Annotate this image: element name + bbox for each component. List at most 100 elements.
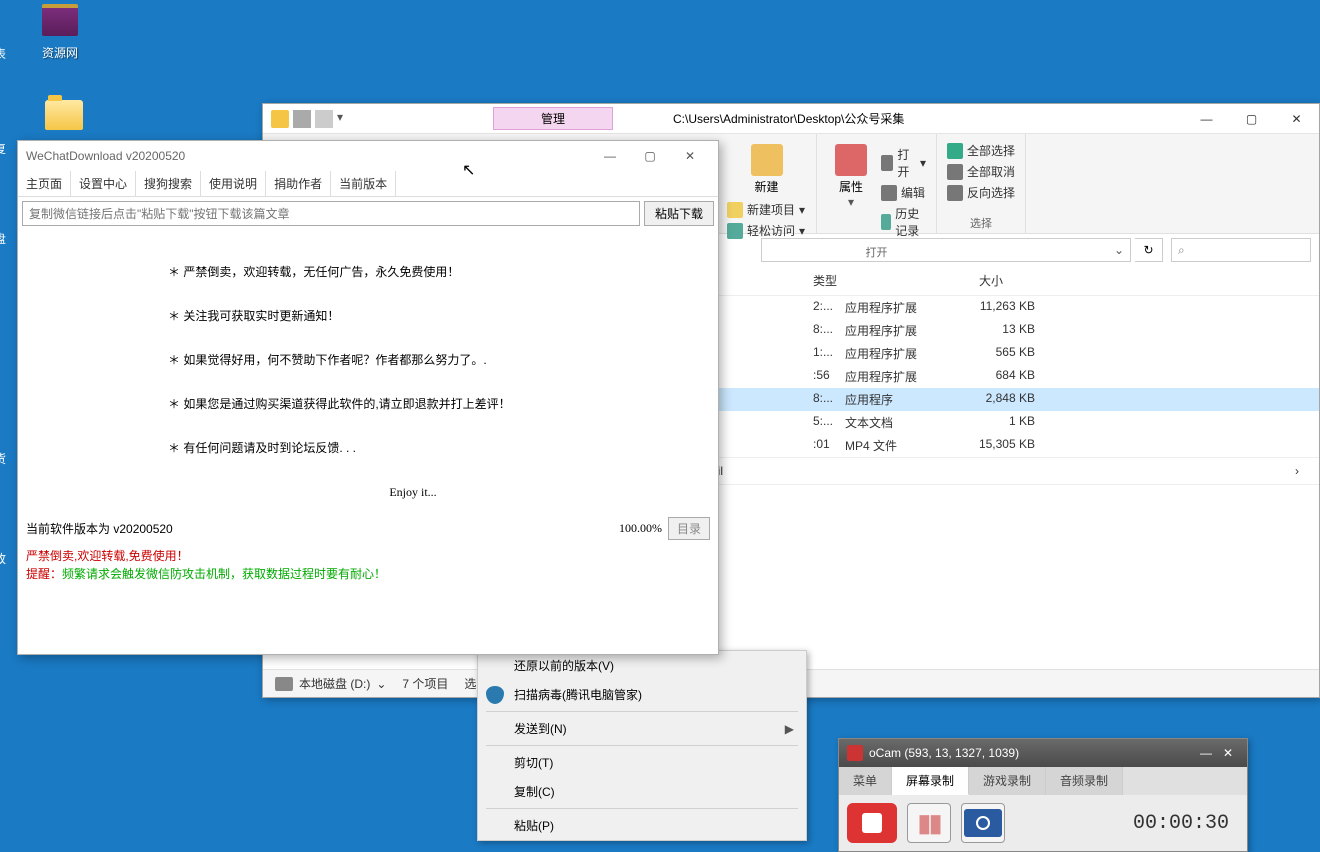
separator <box>486 808 798 809</box>
close-button[interactable]: ✕ <box>1274 105 1319 133</box>
wechatdownload-window: WeChatDownload v20200520 — ▢ ✕ 主页面设置中心搜狗… <box>17 140 719 655</box>
info-line: ＊ 关注我可获取实时更新通知！ <box>168 304 698 328</box>
ocam-tab[interactable]: 屏幕录制 <box>892 767 969 795</box>
ocam-tabs: 菜单屏幕录制游戏录制音频录制 <box>839 767 1247 795</box>
maximize-button[interactable]: ▢ <box>1229 105 1274 133</box>
paste-download-button[interactable]: 粘贴下载 <box>644 201 714 226</box>
properties-button[interactable]: 属性 ▾ <box>827 140 875 241</box>
history-icon <box>881 214 891 230</box>
context-menu: 还原以前的版本(V)扫描病毒(腾讯电脑管家) 发送到(N)▶ 剪切(T)复制(C) 粘… <box>477 650 807 841</box>
folder-icon <box>271 110 289 128</box>
drive-icon <box>275 677 293 691</box>
context-menu-item[interactable]: 粘贴(P) <box>478 811 806 840</box>
shield-icon <box>486 686 504 704</box>
ocam-titlebar: oCam (593, 13, 1327, 1039) — ✕ <box>839 739 1247 767</box>
ocam-tab[interactable]: 菜单 <box>839 767 892 795</box>
pause-button[interactable]: ▮▮ <box>907 803 951 843</box>
url-input[interactable] <box>22 201 640 226</box>
refresh-button[interactable]: ↻ <box>1135 238 1163 262</box>
desktop-edge-label: 盘 <box>0 230 12 247</box>
explorer-titlebar: ▾ 管理 C:\Users\Administrator\Desktop\公众号采… <box>263 104 1319 134</box>
wcd-tab[interactable]: 搜狗搜索 <box>136 171 201 196</box>
recording-time: 00:00:30 <box>1133 812 1239 835</box>
wcd-content: ＊ 严禁倒卖，欢迎转载，无任何广告，永久免费使用！ ＊ 关注我可获取实时更新通知！… <box>18 230 718 514</box>
minimize-button[interactable]: — <box>1195 744 1217 762</box>
minimize-button[interactable]: — <box>1184 105 1229 133</box>
desktop-edge-label: 货 <box>0 450 12 467</box>
select-none-icon <box>947 164 963 180</box>
chevron-down-icon: ⌄ <box>376 677 386 691</box>
select-all[interactable]: 全部选择 <box>947 140 1015 161</box>
quick-access-toolbar: ▾ <box>263 110 363 128</box>
new-folder-icon <box>751 144 783 176</box>
ribbon-open[interactable]: 打开 ▾ <box>881 144 926 182</box>
maximize-button[interactable]: ▢ <box>630 143 670 169</box>
desktop-icon-winrar[interactable]: 资源网 <box>30 0 90 61</box>
ribbon-edit[interactable]: 编辑 <box>881 182 926 203</box>
version-label: 当前软件版本为 v20200520 <box>26 520 173 537</box>
chevron-right-icon: ▶ <box>785 722 794 736</box>
ribbon-context-tab[interactable]: 管理 <box>493 107 613 130</box>
ribbon-history[interactable]: 历史记录 <box>881 203 926 241</box>
ribbon-new-item[interactable]: 新建项目 ▾ <box>727 199 806 220</box>
context-menu-item[interactable]: 扫描病毒(腾讯电脑管家) <box>478 680 806 709</box>
qat-icon[interactable] <box>315 110 333 128</box>
wcd-tab[interactable]: 捐助作者 <box>266 171 331 196</box>
info-line: ＊ 有任何问题请及时到论坛反馈. . . <box>168 436 698 460</box>
access-icon <box>727 223 743 239</box>
qat-icon[interactable] <box>293 110 311 128</box>
chevron-down-icon: ⌄ <box>1114 243 1124 257</box>
edit-icon <box>881 185 897 201</box>
desktop-edge-label: 改 <box>0 550 12 567</box>
ocam-tab[interactable]: 游戏录制 <box>969 767 1046 795</box>
ocam-window: oCam (593, 13, 1327, 1039) — ✕ 菜单屏幕录制游戏录… <box>838 738 1248 852</box>
ocam-tab[interactable]: 音频录制 <box>1046 767 1123 795</box>
chevron-right-icon[interactable]: › <box>1295 464 1299 478</box>
wcd-tab[interactable]: 设置中心 <box>71 171 136 196</box>
address-dropdown[interactable]: ⌄ <box>761 238 1131 262</box>
desktop-edge-label: 表 <box>0 45 12 62</box>
pause-icon: ▮▮ <box>918 809 940 838</box>
window-title-path: C:\Users\Administrator\Desktop\公众号采集 <box>613 110 1184 127</box>
capture-button[interactable] <box>961 803 1005 843</box>
wcd-tab[interactable]: 使用说明 <box>201 171 266 196</box>
separator <box>486 745 798 746</box>
ribbon-group-open: 属性 ▾ 打开 ▾ 编辑 历史记录 打开 <box>817 134 937 233</box>
select-none[interactable]: 全部取消 <box>947 161 1015 182</box>
progress-percent: 100.00% <box>619 521 662 536</box>
info-line: ＊ 严禁倒卖，欢迎转载，无任何广告，永久免费使用！ <box>168 260 698 284</box>
invert-icon <box>947 185 963 201</box>
info-line: ＊ 如果觉得好用，何不赞助下作者呢？作者都那么努力了。. <box>168 348 698 372</box>
close-button[interactable]: ✕ <box>670 143 710 169</box>
context-menu-item[interactable]: 发送到(N)▶ <box>478 714 806 743</box>
desktop-edge-label: 复 <box>0 140 12 157</box>
close-button[interactable]: ✕ <box>1217 744 1239 762</box>
status-drive[interactable]: 本地磁盘 (D:)⌄ <box>275 675 386 692</box>
ocam-icon <box>847 745 863 761</box>
wcd-tab[interactable]: 当前版本 <box>331 171 396 196</box>
context-menu-item[interactable]: 剪切(T) <box>478 748 806 777</box>
qat-dropdown-icon[interactable]: ▾ <box>337 110 347 128</box>
folder-icon <box>45 100 83 130</box>
camera-icon <box>964 809 1002 837</box>
directory-button[interactable]: 目录 <box>668 517 710 540</box>
select-all-icon <box>947 143 963 159</box>
stop-record-button[interactable] <box>847 803 897 843</box>
winrar-icon <box>42 4 78 36</box>
wcd-tabs: 主页面设置中心搜狗搜索使用说明捐助作者当前版本 <box>18 171 718 197</box>
wcd-titlebar: WeChatDownload v20200520 — ▢ ✕ <box>18 141 718 171</box>
search-input[interactable]: ⌕ <box>1171 238 1311 262</box>
ribbon-group-new: 新建 新建项目 ▾ 轻松访问 ▾ <box>717 134 817 233</box>
column-size[interactable]: 大小 <box>923 272 1023 289</box>
enjoy-text: Enjoy it... <box>168 480 698 504</box>
ribbon-group-select: 全部选择 全部取消 反向选择 选择 <box>937 134 1026 233</box>
context-menu-item[interactable]: 还原以前的版本(V) <box>478 651 806 680</box>
wcd-tab[interactable]: 主页面 <box>18 171 71 196</box>
context-menu-item[interactable]: 复制(C) <box>478 777 806 806</box>
column-type[interactable]: 类型 <box>803 272 923 289</box>
invert-selection[interactable]: 反向选择 <box>947 182 1015 203</box>
new-folder-button[interactable]: 新建 <box>727 140 806 199</box>
minimize-button[interactable]: — <box>590 143 630 169</box>
check-icon <box>835 144 867 176</box>
desktop-icon-folder[interactable] <box>34 95 94 139</box>
